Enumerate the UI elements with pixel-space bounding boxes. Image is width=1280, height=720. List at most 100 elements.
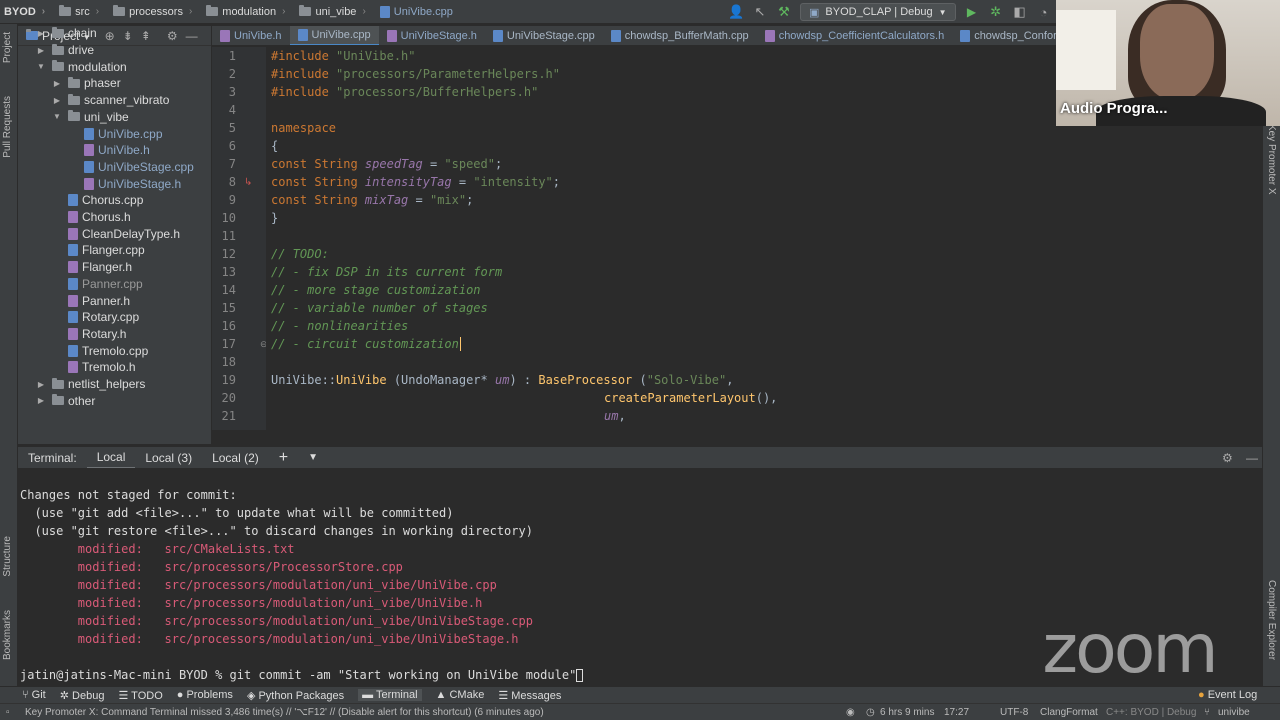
breadcrumb-modulation[interactable]: modulation › bbox=[202, 5, 295, 18]
project-tree-item[interactable]: Panner.cpp bbox=[52, 276, 143, 293]
minimize-icon[interactable]: — bbox=[1246, 451, 1258, 465]
project-tree-item[interactable]: UniVibe.cpp bbox=[68, 125, 163, 142]
project-tree-item[interactable]: ▼ uni_vibe bbox=[52, 109, 129, 126]
project-tree-item[interactable]: ▶ drive bbox=[36, 42, 94, 59]
project-tree-item[interactable]: Tremolo.h bbox=[52, 359, 136, 376]
line-number: 10 bbox=[221, 211, 236, 225]
terminal-prompt[interactable]: jatin@jatins-Mac-mini BYOD % git commit … bbox=[20, 668, 584, 682]
debug-tool-button[interactable]: ✲ Debug bbox=[60, 689, 105, 702]
resolve-context[interactable]: C++: BYOD | Debug bbox=[1106, 707, 1196, 718]
project-tree-item[interactable]: ▶ other bbox=[36, 392, 95, 409]
compiler-explorer-tool-tab[interactable]: Compiler Explorer bbox=[1266, 580, 1277, 660]
git-tool-button[interactable]: ⑂ Git bbox=[22, 689, 46, 701]
terminal-tool-button[interactable]: ▬ Terminal bbox=[358, 689, 422, 701]
expand-all-icon[interactable]: ⇞ bbox=[141, 29, 151, 43]
project-tree-item[interactable]: Chorus.cpp bbox=[52, 192, 143, 209]
project-tool-tab[interactable]: Project bbox=[2, 32, 13, 63]
project-tree-item[interactable]: Flanger.h bbox=[52, 259, 132, 276]
structure-tool-tab[interactable]: Structure bbox=[2, 536, 13, 577]
chevron-down-icon[interactable]: ▼ bbox=[298, 447, 328, 469]
messages-tool-button[interactable]: ☰ Messages bbox=[498, 689, 561, 702]
chevron-right-icon[interactable]: ▶ bbox=[36, 46, 46, 55]
project-tree-item[interactable]: Panner.h bbox=[52, 292, 130, 309]
h-file-icon bbox=[764, 29, 775, 42]
breadcrumb-project[interactable]: BYOD › bbox=[0, 6, 55, 18]
project-tree-item[interactable]: ▶ phaser bbox=[52, 75, 121, 92]
project-tree-item[interactable]: CleanDelayType.h bbox=[52, 225, 180, 242]
project-tree-label: modulation bbox=[68, 59, 127, 74]
editor-tab[interactable]: UniVibeStage.h bbox=[379, 26, 485, 45]
terminal-tab-local-3[interactable]: Local (3) bbox=[135, 447, 202, 469]
editor-tab-label: UniVibeStage.cpp bbox=[506, 29, 595, 42]
key-promoter-tool-tab[interactable]: Key Promoter X bbox=[1266, 124, 1277, 195]
user-icon[interactable]: 👤 bbox=[728, 4, 744, 20]
project-tree-item[interactable]: ▼ modulation bbox=[36, 58, 127, 75]
arrow-icon[interactable]: ↖ bbox=[752, 4, 768, 20]
code-line: // - nonlinearities bbox=[271, 319, 409, 333]
code-line: // TODO: bbox=[271, 247, 329, 261]
gear-icon[interactable]: ⚙ bbox=[1222, 451, 1233, 465]
chevron-down-icon[interactable]: ▼ bbox=[36, 62, 46, 71]
status-message[interactable]: Key Promoter X: Command Terminal missed … bbox=[25, 707, 544, 718]
editor-tab[interactable]: chowdsp_CoefficientCalculators.h bbox=[757, 26, 953, 45]
project-panel: Project ▼ ⊕ ⇟ ⇞ ⚙ — ▶chain▶drive▼modulat… bbox=[18, 26, 211, 444]
webcam-participant-name: Audio Progra... bbox=[1060, 100, 1168, 117]
project-tree-item[interactable]: UniVibeStage.h bbox=[68, 175, 181, 192]
bookmarks-tool-tab[interactable]: Bookmarks bbox=[2, 610, 13, 660]
editor-tab[interactable]: chowdsp_BufferMath.cpp bbox=[603, 26, 757, 45]
editor-tab[interactable]: chowdsp_Conform bbox=[952, 26, 1056, 45]
h-file-icon bbox=[220, 29, 230, 42]
project-tree-item[interactable]: ▶ scanner_vibrato bbox=[52, 92, 169, 109]
chevron-right-icon[interactable]: ▶ bbox=[52, 79, 62, 88]
project-tree-item[interactable]: Tremolo.cpp bbox=[52, 342, 148, 359]
run-configuration-select[interactable]: ▣ BYOD_CLAP | Debug ▼ bbox=[800, 3, 956, 21]
minimize-icon[interactable]: — bbox=[186, 29, 198, 43]
cpp-file-icon bbox=[68, 311, 78, 324]
chevron-right-icon[interactable]: ▶ bbox=[52, 96, 62, 105]
python-packages-tool-button[interactable]: ◈ Python Packages bbox=[247, 689, 344, 702]
editor-tab[interactable]: UniVibeStage.cpp bbox=[485, 26, 603, 45]
caret-position[interactable]: 17:27 bbox=[944, 707, 969, 718]
project-tree-item[interactable]: Flanger.cpp bbox=[52, 242, 145, 259]
time-tracker[interactable]: 6 hrs 9 mins bbox=[880, 707, 934, 718]
project-tree-item[interactable]: UniVibeStage.cpp bbox=[68, 159, 194, 176]
pull-requests-tool-tab[interactable]: Pull Requests bbox=[2, 96, 13, 158]
coverage-icon[interactable]: ◧ bbox=[1012, 4, 1028, 20]
debug-icon[interactable]: ✲ bbox=[988, 4, 1004, 20]
todo-tool-button[interactable]: ☰ TODO bbox=[118, 689, 162, 702]
chevron-down-icon[interactable]: ▼ bbox=[52, 112, 62, 121]
terminal-tab-local-2[interactable]: Local (2) bbox=[202, 447, 269, 469]
hammer-icon[interactable]: ⚒ bbox=[776, 4, 792, 20]
project-tree-item[interactable]: Rotary.h bbox=[52, 326, 126, 343]
project-tree-item[interactable]: ▶ netlist_helpers bbox=[36, 376, 145, 393]
collapse-all-icon[interactable]: ⇟ bbox=[123, 29, 133, 43]
chevron-right-icon[interactable]: ▶ bbox=[36, 380, 46, 389]
locate-icon[interactable]: ⊕ bbox=[105, 29, 115, 43]
project-tree-item[interactable]: Rotary.cpp bbox=[52, 309, 139, 326]
breadcrumb-file[interactable]: UniVibe.cpp bbox=[376, 5, 457, 18]
editor-tab[interactable]: UniVibe.h bbox=[212, 26, 290, 45]
event-log-tool-button[interactable]: ● Event Log bbox=[1198, 689, 1257, 701]
cmake-tool-button[interactable]: ▲ CMake bbox=[436, 689, 485, 701]
problems-tool-button[interactable]: ● Problems bbox=[177, 689, 233, 701]
breadcrumb-processors[interactable]: processors › bbox=[109, 5, 202, 18]
cpp-file-icon bbox=[84, 127, 94, 140]
breadcrumb-uni-vibe[interactable]: uni_vibe › bbox=[295, 5, 375, 18]
project-tree-item[interactable]: ▶ chain bbox=[36, 25, 97, 42]
git-branch[interactable]: univibe bbox=[1218, 707, 1250, 718]
chevron-right-icon[interactable]: ▶ bbox=[36, 396, 46, 405]
gear-icon[interactable]: ⚙ bbox=[167, 29, 178, 43]
add-terminal-icon[interactable]: + bbox=[269, 447, 298, 469]
terminal-tab-local[interactable]: Local bbox=[86, 447, 136, 469]
run-icon[interactable]: ▶ bbox=[964, 5, 980, 19]
project-tree-item[interactable]: UniVibe.h bbox=[68, 142, 150, 159]
project-tree-item[interactable]: Chorus.h bbox=[52, 209, 131, 226]
editor-tab[interactable]: UniVibe.cpp bbox=[289, 26, 379, 45]
code-formatter[interactable]: ClangFormat bbox=[1040, 707, 1098, 718]
profile-icon[interactable]: ◔ bbox=[1036, 5, 1052, 20]
breadcrumb-src[interactable]: src › bbox=[55, 5, 109, 18]
line-number: 16 bbox=[221, 319, 236, 333]
chevron-right-icon[interactable]: ▶ bbox=[36, 29, 46, 38]
file-encoding[interactable]: UTF-8 bbox=[1000, 707, 1028, 718]
breadcrumb-label: BYOD bbox=[4, 5, 36, 18]
